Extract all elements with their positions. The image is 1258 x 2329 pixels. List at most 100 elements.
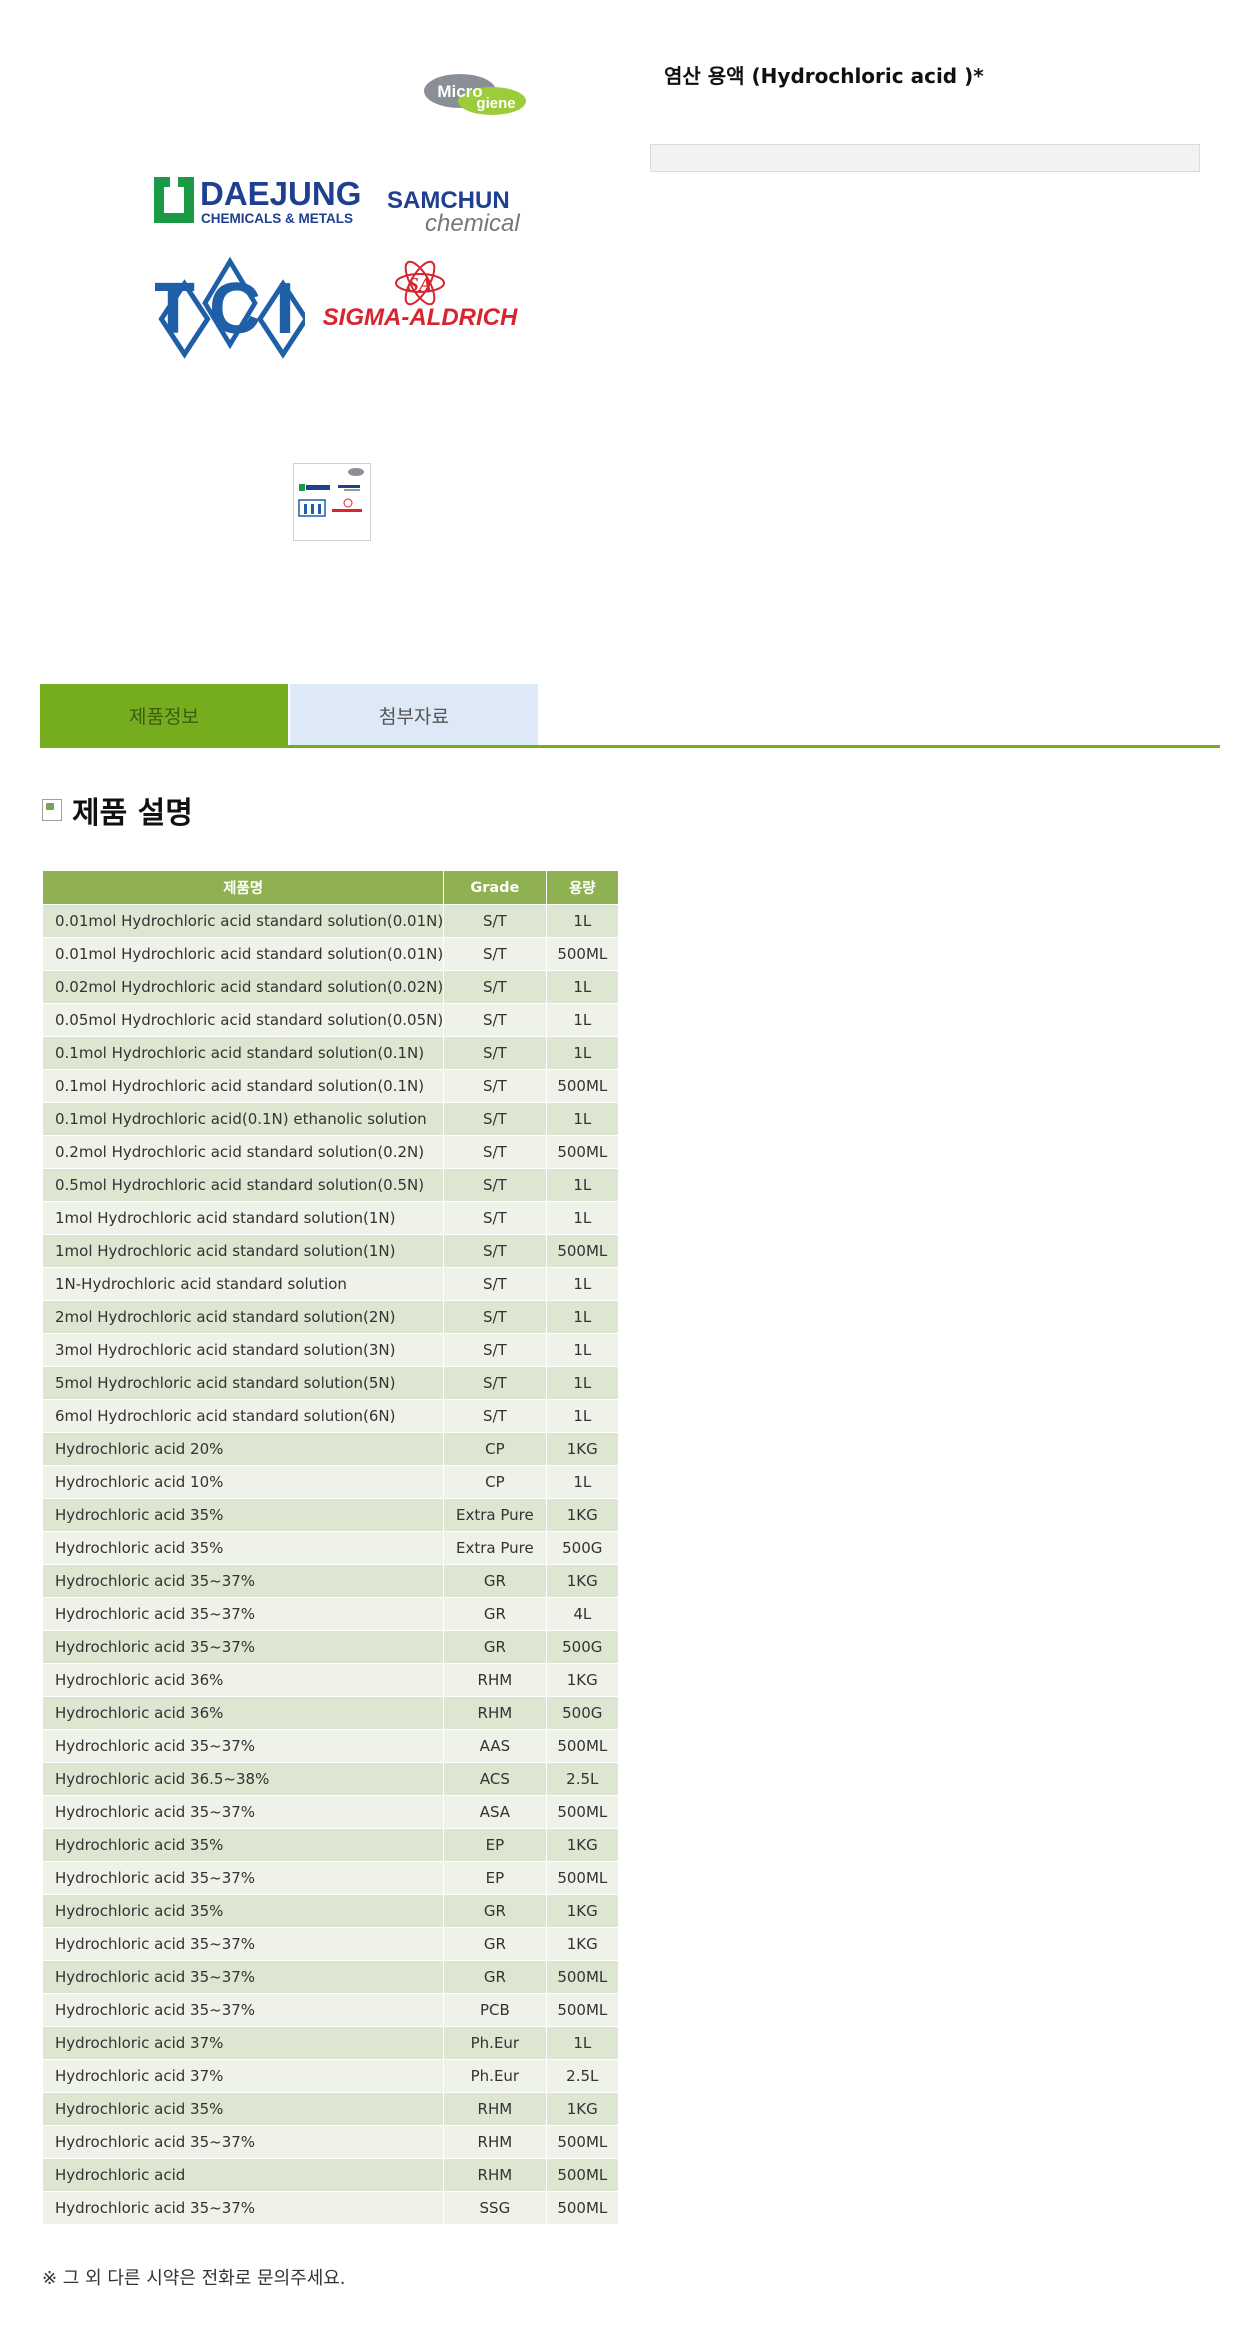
cell-product-name: Hydrochloric acid 37%: [41, 2059, 445, 2093]
cell-product-name: 3mol Hydrochloric acid standard solution…: [41, 1333, 445, 1367]
cell-product-name: Hydrochloric acid 35%: [41, 1498, 445, 1532]
table-row: Hydrochloric acid 35% RHM 1KG: [41, 2092, 620, 2126]
table-row: Hydrochloric acid 35~37% GR 500G: [41, 1630, 620, 1664]
table-row: 5mol Hydrochloric acid standard solution…: [41, 1366, 620, 1400]
cell-capacity: 1KG: [545, 1663, 620, 1697]
cell-product-name: 0.2mol Hydrochloric acid standard soluti…: [41, 1135, 445, 1169]
cell-product-name: Hydrochloric acid 35%: [41, 2092, 445, 2126]
cell-product-name: 0.01mol Hydrochloric acid standard solut…: [41, 904, 445, 938]
table-row: Hydrochloric acid 35~37% GR 4L: [41, 1597, 620, 1631]
cell-grade: SSG: [443, 2191, 547, 2225]
cell-capacity: 500ML: [545, 1960, 620, 1994]
cell-grade: GR: [443, 1960, 547, 1994]
cell-capacity: 1L: [545, 1036, 620, 1070]
cell-grade: S/T: [443, 1234, 547, 1268]
cell-capacity: 2.5L: [545, 1762, 620, 1796]
tci-text: TCI: [155, 269, 305, 349]
product-thumbnail[interactable]: [293, 463, 371, 541]
cell-capacity: 500ML: [545, 937, 620, 971]
product-main-image: Micro giene DAEJUNG CHEMICALS & METALS S…: [140, 55, 540, 365]
samchun-logo: SAMCHUN chemical: [387, 187, 520, 237]
cell-capacity: 500ML: [545, 1135, 620, 1169]
cell-grade: RHM: [443, 2158, 547, 2192]
cell-grade: GR: [443, 1597, 547, 1631]
cell-product-name: 0.5mol Hydrochloric acid standard soluti…: [41, 1168, 445, 1202]
cell-product-name: Hydrochloric acid 35~37%: [41, 1993, 445, 2027]
cell-grade: S/T: [443, 1300, 547, 1334]
cell-product-name: Hydrochloric acid 35~37%: [41, 2191, 445, 2225]
cell-product-name: 0.05mol Hydrochloric acid standard solut…: [41, 1003, 445, 1037]
cell-product-name: Hydrochloric acid 20%: [41, 1432, 445, 1466]
cell-grade: S/T: [443, 1333, 547, 1367]
cell-grade: S/T: [443, 1036, 547, 1070]
cell-grade: ACS: [443, 1762, 547, 1796]
cell-capacity: 500G: [545, 1630, 620, 1664]
daejung-name: DAEJUNG: [200, 175, 361, 212]
cell-capacity: 500ML: [545, 1234, 620, 1268]
table-row: 0.01mol Hydrochloric acid standard solut…: [41, 904, 620, 938]
cell-grade: S/T: [443, 1267, 547, 1301]
table-row: 0.5mol Hydrochloric acid standard soluti…: [41, 1168, 620, 1202]
cell-product-name: 5mol Hydrochloric acid standard solution…: [41, 1366, 445, 1400]
cell-product-name: Hydrochloric acid 35%: [41, 1894, 445, 1928]
daejung-logo: DAEJUNG CHEMICALS & METALS: [154, 175, 361, 226]
cell-capacity: 1KG: [545, 1498, 620, 1532]
cell-grade: AAS: [443, 1729, 547, 1763]
table-row: Hydrochloric acid 35~37% AAS 500ML: [41, 1729, 620, 1763]
cell-product-name: Hydrochloric acid 35~37%: [41, 1564, 445, 1598]
cell-capacity: 1L: [545, 904, 620, 938]
cell-capacity: 1L: [545, 2026, 620, 2060]
cell-product-name: Hydrochloric acid 35~37%: [41, 1795, 445, 1829]
table-row: Hydrochloric acid 35% GR 1KG: [41, 1894, 620, 1928]
cell-capacity: 1L: [545, 1003, 620, 1037]
cell-capacity: 1KG: [545, 1927, 620, 1961]
cell-grade: GR: [443, 1630, 547, 1664]
cell-product-name: Hydrochloric acid 37%: [41, 2026, 445, 2060]
cell-grade: RHM: [443, 2125, 547, 2159]
cell-grade: Extra Pure: [443, 1531, 547, 1565]
table-row: 0.2mol Hydrochloric acid standard soluti…: [41, 1135, 620, 1169]
table-row: 3mol Hydrochloric acid standard solution…: [41, 1333, 620, 1367]
cell-product-name: Hydrochloric acid 35~37%: [41, 2125, 445, 2159]
cell-capacity: 500ML: [545, 1069, 620, 1103]
cell-product-name: 0.1mol Hydrochloric acid(0.1N) ethanolic…: [41, 1102, 445, 1136]
cell-product-name: 0.01mol Hydrochloric acid standard solut…: [41, 937, 445, 971]
cell-capacity: 1L: [545, 1465, 620, 1499]
cell-capacity: 1KG: [545, 1564, 620, 1598]
samchun-sub: chemical: [425, 210, 520, 237]
table-row: 1mol Hydrochloric acid standard solution…: [41, 1201, 620, 1235]
header-product-name: 제품명: [41, 870, 445, 905]
cell-product-name: Hydrochloric acid 35~37%: [41, 1630, 445, 1664]
cell-product-name: Hydrochloric acid 35~37%: [41, 1861, 445, 1895]
cell-grade: RHM: [443, 2092, 547, 2126]
microgiene-text-2: giene: [476, 95, 515, 112]
product-tabs: 제품정보 첨부자료: [40, 684, 1220, 748]
cell-capacity: 1KG: [545, 1828, 620, 1862]
cell-product-name: 1mol Hydrochloric acid standard solution…: [41, 1201, 445, 1235]
cell-capacity: 1L: [545, 1333, 620, 1367]
thumbnail-logos-image: [298, 468, 364, 517]
cell-grade: RHM: [443, 1696, 547, 1730]
broken-image-icon: [42, 799, 62, 821]
cell-grade: S/T: [443, 1168, 547, 1202]
table-row: Hydrochloric acid 20% CP 1KG: [41, 1432, 620, 1466]
table-body: 0.01mol Hydrochloric acid standard solut…: [41, 904, 620, 2225]
table-row: Hydrochloric acid 35% Extra Pure 500G: [41, 1531, 620, 1565]
table-row: Hydrochloric acid 35~37% PCB 500ML: [41, 1993, 620, 2027]
cell-product-name: 6mol Hydrochloric acid standard solution…: [41, 1399, 445, 1433]
table-row: 0.05mol Hydrochloric acid standard solut…: [41, 1003, 620, 1037]
cell-capacity: 1L: [545, 1102, 620, 1136]
table-row: 1mol Hydrochloric acid standard solution…: [41, 1234, 620, 1268]
tab-attachments[interactable]: 첨부자료: [290, 684, 538, 746]
cell-grade: S/T: [443, 1069, 547, 1103]
cell-grade: GR: [443, 1894, 547, 1928]
cell-product-name: Hydrochloric acid 35~37%: [41, 1729, 445, 1763]
table-row: Hydrochloric acid 35~37% ASA 500ML: [41, 1795, 620, 1829]
tab-underline: [40, 745, 1220, 748]
section-title: 제품 설명: [72, 796, 193, 831]
cell-grade: S/T: [443, 1366, 547, 1400]
cell-product-name: 1N-Hydrochloric acid standard solution: [41, 1267, 445, 1301]
tab-product-info[interactable]: 제품정보: [40, 684, 288, 746]
cell-product-name: 0.02mol Hydrochloric acid standard solut…: [41, 970, 445, 1004]
cell-grade: S/T: [443, 1003, 547, 1037]
